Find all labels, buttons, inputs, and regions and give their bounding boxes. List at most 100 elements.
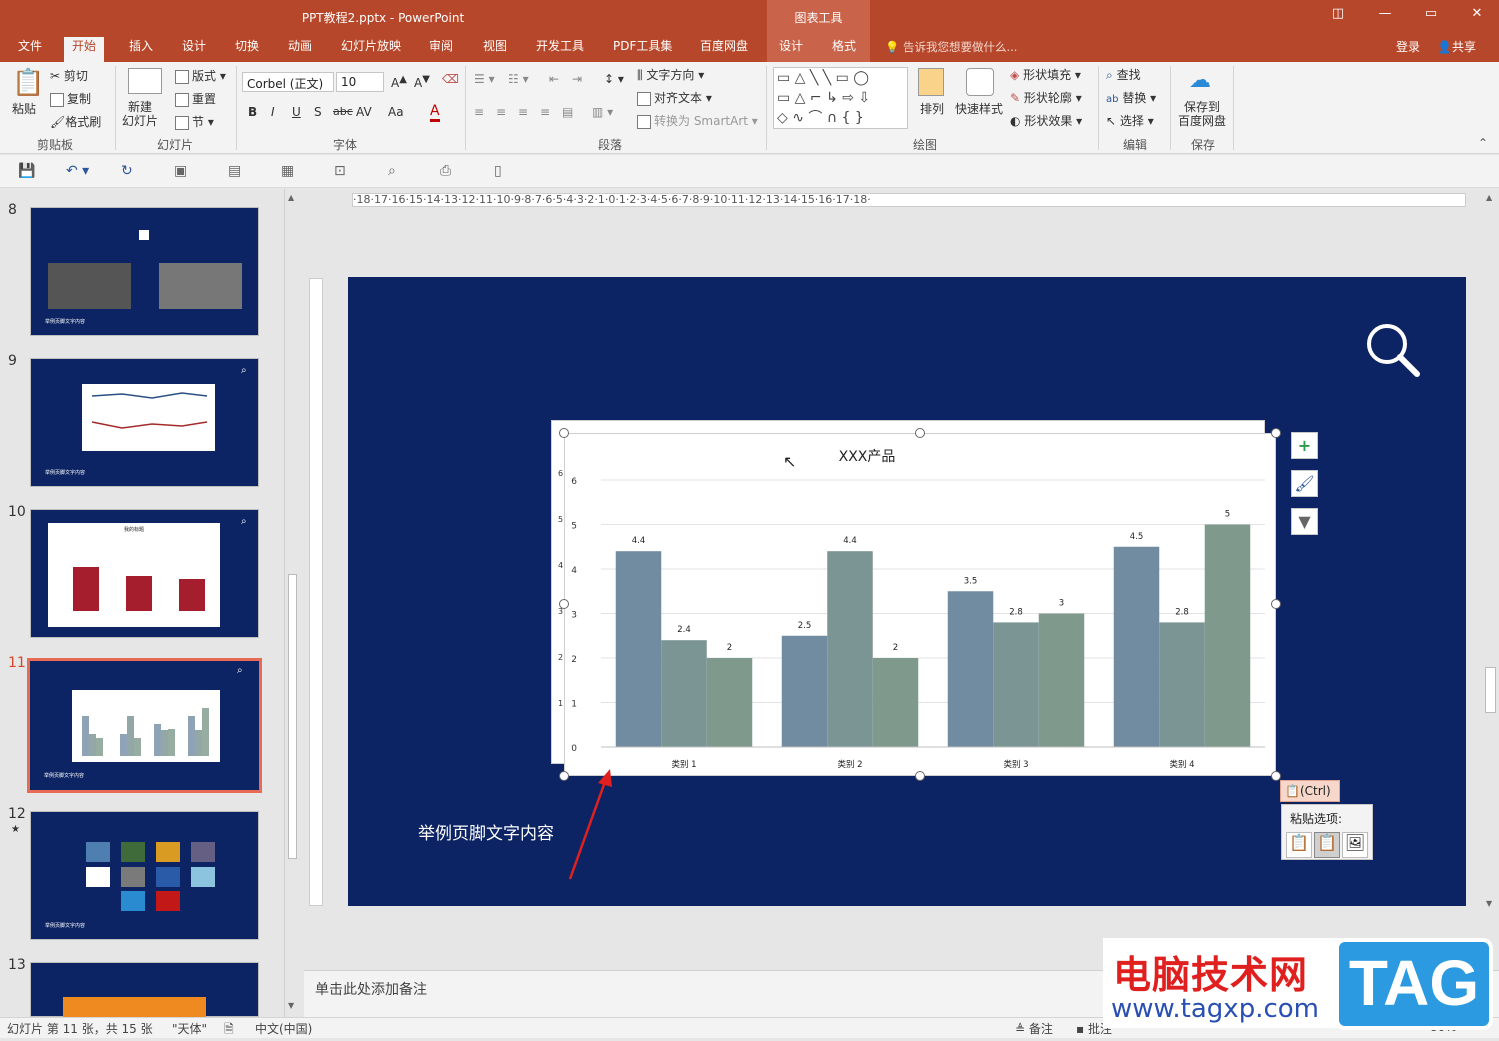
resize-handle[interactable]	[915, 771, 925, 781]
section-button[interactable]: 节 ▾	[175, 113, 214, 130]
undo-icon[interactable]: ↶ ▾	[66, 163, 89, 179]
paste-picture-icon[interactable]: 🖼	[1342, 832, 1368, 858]
tab-developer[interactable]: 开发工具	[528, 37, 592, 62]
text-direction-button[interactable]: ⫼ 文字方向 ▾	[637, 66, 704, 83]
chart-styles-brush-icon[interactable]: 🖌	[1291, 470, 1318, 497]
line-spacing-icon[interactable]: ↕ ▾	[604, 72, 624, 86]
collapse-ribbon-icon[interactable]: ⌃	[1478, 136, 1488, 150]
redo-icon[interactable]: ↻	[121, 163, 133, 179]
align-center-icon[interactable]: ≡	[496, 105, 506, 119]
new-slide-icon[interactable]	[128, 68, 162, 94]
tell-me-search[interactable]: 💡 告诉我您想要做什么...	[885, 39, 1017, 55]
resize-handle[interactable]	[559, 599, 569, 609]
replace-button[interactable]: ab 替换 ▾	[1106, 89, 1156, 106]
language[interactable]: 中文(中国)	[255, 1020, 312, 1037]
scroll-down-icon[interactable]: ▼	[1486, 899, 1492, 908]
char-spacing-button[interactable]: AV	[356, 105, 372, 119]
change-case-button[interactable]: Aa	[388, 105, 404, 119]
tab-slideshow[interactable]: 幻灯片放映	[333, 37, 409, 62]
slide-thumbnail-10[interactable]: 我的标题 ⌕	[30, 509, 259, 638]
tab-chart-design[interactable]: 设计	[771, 37, 811, 62]
slide-thumbnail-9[interactable]: ⌕ 举例页脚文字内容	[30, 358, 259, 487]
smartart-button[interactable]: 转换为 SmartArt ▾	[637, 112, 758, 129]
resize-handle[interactable]	[1271, 428, 1281, 438]
slideshow-icon[interactable]: ▦	[281, 163, 294, 179]
thumbnails-scrollbar[interactable]: ▲ ▼	[284, 189, 300, 1017]
tab-home[interactable]: 开始	[64, 37, 105, 62]
editor-scroll-thumb[interactable]	[1485, 667, 1496, 713]
font-name-select[interactable]: Corbel (正文)	[242, 72, 334, 92]
paste-options-button[interactable]: 📋(Ctrl) ▾	[1280, 780, 1340, 812]
tab-transitions[interactable]: 切换	[227, 37, 267, 62]
scroll-up-icon[interactable]: ▲	[288, 193, 294, 202]
notes-toggle[interactable]: ≜ 备注	[1015, 1020, 1053, 1037]
thumbnails-scroll-thumb[interactable]	[288, 574, 297, 859]
find-button[interactable]: ⌕ 查找	[1106, 66, 1141, 83]
reset-button[interactable]: 重置	[175, 90, 216, 107]
tab-animations[interactable]: 动画	[280, 37, 320, 62]
arrange-button[interactable]: 排列	[920, 100, 944, 117]
scroll-up-icon[interactable]: ▲	[1486, 193, 1492, 202]
bold-button[interactable]: B	[248, 105, 257, 119]
select-button[interactable]: ↖ 选择 ▾	[1106, 112, 1154, 129]
present-icon[interactable]: ▣	[174, 163, 187, 179]
save-icon[interactable]: 💾	[18, 163, 35, 179]
textbox-icon[interactable]: ▤	[228, 163, 241, 179]
distribute-icon[interactable]: ▤	[562, 105, 573, 119]
presenter-icon[interactable]: ⊡	[334, 163, 346, 179]
resize-handle[interactable]	[559, 428, 569, 438]
format-painter-button[interactable]: 🖌格式刷	[50, 113, 101, 130]
shapes-gallery[interactable]: ▭ △ ╲ ╲ ▭ ◯ ▭ △ ⌐ ↳ ⇨ ⇩ ◇ ∿ ⌒ ∩ { }	[773, 67, 908, 129]
chart-filter-icon[interactable]: ▼	[1291, 508, 1318, 535]
quick-styles-button[interactable]: 快速样式	[955, 100, 1003, 117]
bullets-icon[interactable]: ☰ ▾	[474, 72, 495, 86]
arrange-icon[interactable]	[918, 68, 944, 96]
clear-format-icon[interactable]: ⌫	[442, 72, 459, 86]
new-slide-button[interactable]: 新建 幻灯片	[122, 100, 158, 128]
font-color-button[interactable]: A	[430, 103, 440, 122]
slide-thumbnail-11[interactable]: ⌕ 举例页脚文字内容	[27, 658, 262, 793]
scroll-down-icon[interactable]: ▼	[288, 1001, 294, 1010]
numbering-icon[interactable]: ☷ ▾	[508, 72, 529, 86]
layout-button[interactable]: 版式 ▾	[175, 67, 226, 84]
italic-button[interactable]: I	[271, 105, 275, 119]
slide-footer-text[interactable]: 举例页脚文字内容	[418, 819, 554, 844]
increase-indent-icon[interactable]: ⇥	[572, 72, 582, 86]
editor-scrollbar[interactable]: ▲ ▼	[1483, 189, 1499, 914]
minimize-button[interactable]: —	[1370, 6, 1400, 21]
slide-thumbnail-13[interactable]	[30, 962, 259, 1017]
tab-pdf-tools[interactable]: PDF工具集	[605, 37, 680, 62]
tab-file[interactable]: 文件	[10, 37, 50, 62]
paste-button[interactable]: 粘贴	[12, 100, 36, 117]
strikethrough-button[interactable]: abc	[333, 105, 353, 118]
tab-view[interactable]: 视图	[475, 37, 515, 62]
tab-design[interactable]: 设计	[174, 37, 214, 62]
shadow-button[interactable]: S	[314, 105, 322, 119]
baidu-cloud-icon[interactable]: ☁	[1189, 68, 1211, 93]
restore-button[interactable]: ▭	[1416, 6, 1446, 21]
tab-baidu[interactable]: 百度网盘	[692, 37, 756, 62]
close-button[interactable]: ✕	[1462, 6, 1492, 21]
resize-handle[interactable]	[1271, 599, 1281, 609]
paste-icon[interactable]: 📋	[12, 68, 44, 98]
align-text-button[interactable]: 对齐文本 ▾	[637, 89, 712, 106]
align-left-icon[interactable]: ≡	[474, 105, 484, 119]
ribbon-options-button[interactable]: ◫	[1323, 6, 1353, 21]
shape-outline-button[interactable]: ✎ 形状轮廓 ▾	[1010, 89, 1082, 106]
paste-keep-source-icon[interactable]: 📋	[1286, 832, 1312, 858]
login-button[interactable]: 登录	[1396, 38, 1420, 55]
grow-font-icon[interactable]: A▲	[391, 74, 407, 90]
shape-effects-button[interactable]: ◐ 形状效果 ▾	[1010, 112, 1082, 129]
resize-handle[interactable]	[915, 428, 925, 438]
decrease-indent-icon[interactable]: ⇤	[549, 72, 559, 86]
cut-button[interactable]: ✂ 剪切	[50, 67, 88, 84]
columns-icon[interactable]: ▥ ▾	[592, 105, 613, 119]
chart-elements-plus-icon[interactable]: +	[1291, 432, 1318, 459]
tab-review[interactable]: 审阅	[421, 37, 461, 62]
tab-insert[interactable]: 插入	[121, 37, 161, 62]
save-baidu-button[interactable]: 保存到 百度网盘	[1178, 100, 1226, 128]
quick-styles-icon[interactable]	[966, 68, 994, 96]
tab-chart-format[interactable]: 格式	[824, 37, 864, 62]
align-right-icon[interactable]: ≡	[518, 105, 528, 119]
underline-button[interactable]: U	[292, 105, 301, 119]
